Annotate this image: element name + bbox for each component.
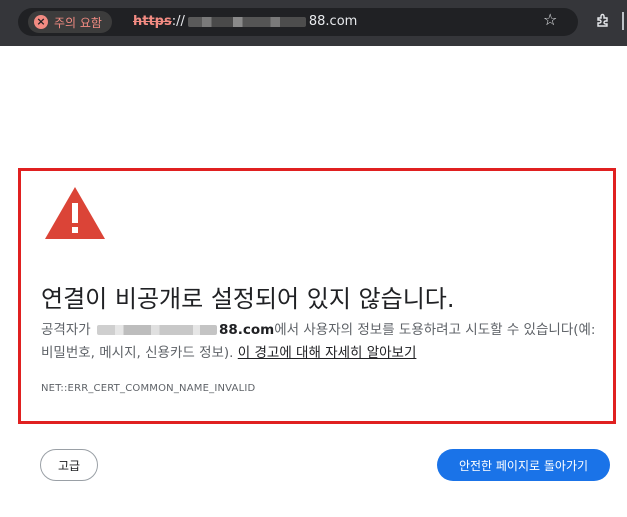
security-chip[interactable]: × 주의 요함 — [28, 11, 112, 33]
address-bar[interactable]: × 주의 요함 https :// 88.com — [18, 8, 578, 36]
browser-toolbar: × 주의 요함 https :// 88.com ☆ — [0, 0, 627, 46]
toolbar-edge — [622, 12, 624, 30]
error-panel: 연결이 비공개로 설정되어 있지 않습니다. 공격자가 88.com에서 사용자… — [18, 168, 616, 424]
url-domain-suffix: 88.com — [308, 14, 358, 29]
learn-more-link[interactable]: 이 경고에 대해 자세히 알아보기 — [238, 345, 417, 361]
redacted-domain — [187, 16, 306, 27]
warning-circle-icon: × — [34, 15, 48, 29]
error-code: NET::ERR_CERT_COMMON_NAME_INVALID — [41, 383, 256, 394]
description-prefix: 공격자가 — [41, 322, 95, 338]
error-description: 공격자가 88.com에서 사용자의 정보를 도용하려고 시도할 수 있습니다(… — [41, 319, 611, 365]
security-chip-label: 주의 요함 — [54, 15, 102, 30]
advanced-button[interactable]: 고급 — [40, 449, 98, 481]
description-domain: 88.com — [218, 322, 275, 338]
warning-triangle-icon — [45, 187, 105, 239]
page-title: 연결이 비공개로 설정되어 있지 않습니다. — [41, 285, 455, 313]
redacted-domain — [96, 325, 217, 335]
star-icon[interactable]: ☆ — [543, 12, 559, 28]
back-to-safety-button[interactable]: 안전한 페이지로 돌아가기 — [437, 449, 610, 481]
puzzle-icon[interactable] — [595, 12, 611, 28]
url-text[interactable]: https :// 88.com — [133, 14, 357, 29]
url-protocol: https — [133, 14, 172, 29]
url-separator: :// — [171, 14, 185, 29]
